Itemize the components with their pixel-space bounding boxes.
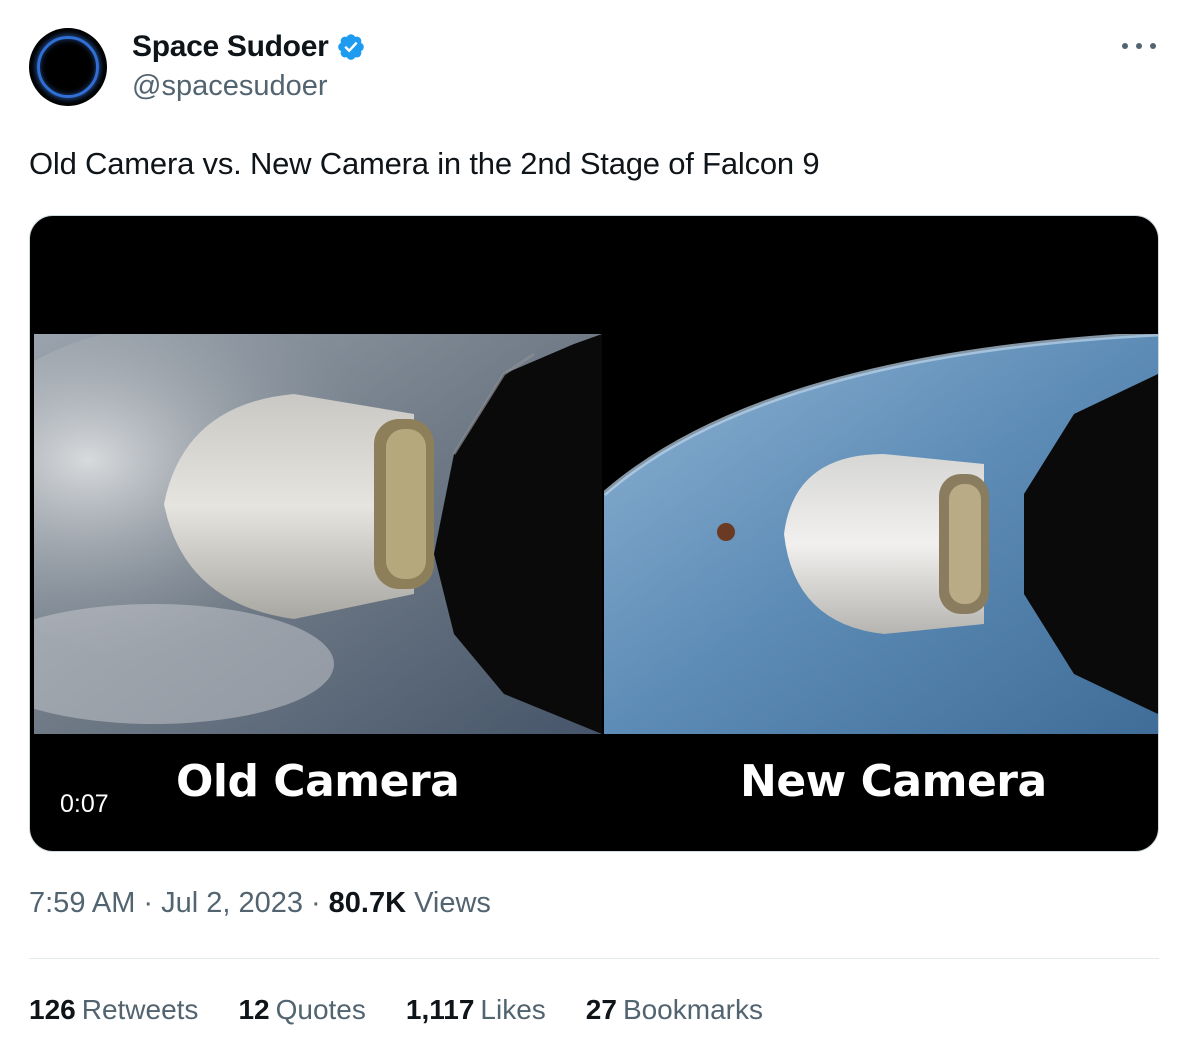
new-camera-frame [604, 334, 1158, 734]
more-options-icon[interactable] [1122, 36, 1156, 56]
views-count: 80.7K [328, 887, 407, 919]
views-count-wrapper[interactable]: 80.7K Views [329, 887, 491, 920]
meta-separator: · [143, 887, 154, 919]
author-name-row: Space Sudoer [132, 30, 366, 64]
tweet-text: Old Camera vs. New Camera in the 2nd Sta… [29, 146, 820, 181]
old-camera-caption: Old Camera [176, 756, 460, 807]
stat-count: 27 [585, 994, 617, 1025]
tweet-meta: 7:59 AM · Jul 2, 2023 · 80.7K Views [29, 887, 491, 920]
views-label: Views [414, 887, 491, 919]
stat-retweets[interactable]: 126 Retweets [29, 994, 198, 1026]
video-player[interactable]: Old Camera New Camera 0:07 [29, 215, 1159, 852]
stat-label: Likes [480, 994, 546, 1025]
divider [29, 958, 1159, 959]
tweet-time[interactable]: 7:59 AM [29, 887, 135, 920]
stat-label: Retweets [81, 994, 199, 1025]
stat-label: Quotes [275, 994, 366, 1025]
stat-count: 1,117 [405, 994, 475, 1025]
old-camera-frame [34, 334, 602, 734]
tweet-date[interactable]: Jul 2, 2023 [161, 887, 303, 920]
author-display-name[interactable]: Space Sudoer [132, 30, 329, 64]
author-handle[interactable]: @spacesudoer [132, 70, 328, 103]
video-timer: 0:07 [52, 788, 117, 821]
avatar-ring-icon [37, 36, 99, 98]
stat-quotes[interactable]: 12 Quotes [238, 994, 365, 1026]
stat-label: Bookmarks [622, 994, 763, 1025]
meta-separator: · [310, 887, 321, 919]
avatar[interactable] [29, 28, 107, 106]
stat-bookmarks[interactable]: 27 Bookmarks [586, 994, 763, 1026]
stat-count: 12 [238, 994, 270, 1025]
stat-likes[interactable]: 1,117 Likes [406, 994, 546, 1026]
stat-count: 126 [29, 994, 76, 1025]
new-camera-caption: New Camera [740, 756, 1047, 807]
verified-badge-icon [338, 34, 365, 60]
engagement-stats: 126 Retweets 12 Quotes 1,117 Likes 27 Bookma… [29, 994, 763, 1026]
